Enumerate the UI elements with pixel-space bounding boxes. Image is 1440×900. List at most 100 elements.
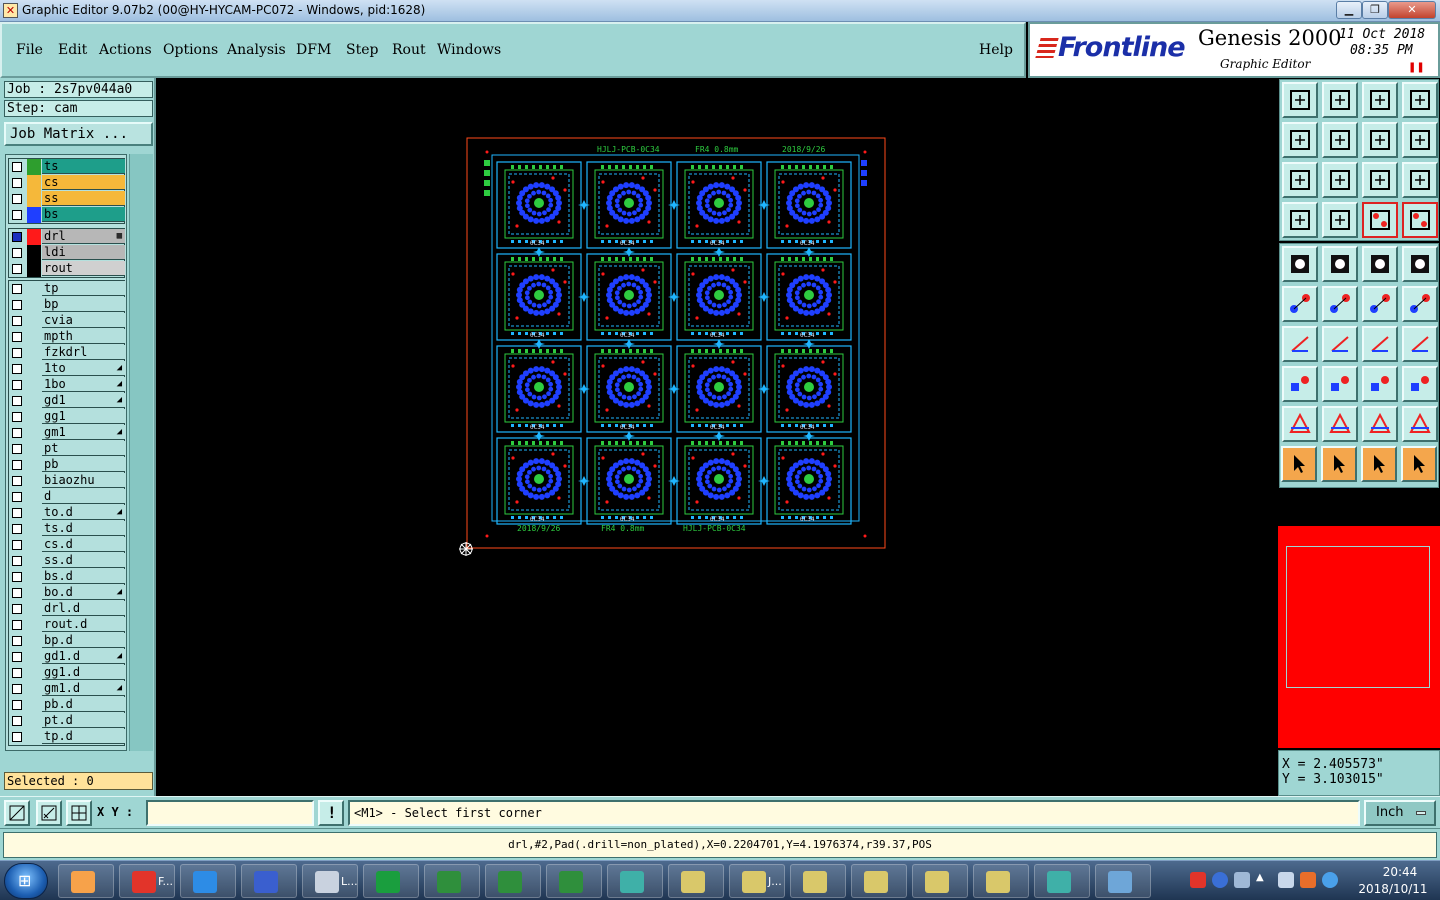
layers-red-tool-button[interactable]: [1402, 202, 1438, 238]
layer-row-fzkdrl[interactable]: fzkdrl: [9, 345, 125, 361]
settings-tool-button[interactable]: [1282, 202, 1318, 238]
taskbar-item[interactable]: [241, 864, 297, 898]
help-icon[interactable]: [1212, 872, 1228, 888]
layer-row-rout.d[interactable]: rout.d: [9, 617, 125, 633]
layer-name[interactable]: rout.d: [42, 617, 125, 632]
layer-name[interactable]: pb: [42, 457, 125, 472]
diag-line-tool-button[interactable]: [1322, 326, 1358, 362]
layer-row-bo.d[interactable]: bo.d ◢: [9, 585, 125, 601]
maximize-button[interactable]: ❐: [1362, 1, 1388, 19]
line-edit-tool-button[interactable]: [1322, 246, 1358, 282]
layer-name[interactable]: ss: [42, 191, 125, 206]
menu-options[interactable]: Options: [163, 42, 218, 58]
layer-name[interactable]: 1to: [42, 361, 125, 376]
layer-checkbox[interactable]: [12, 232, 22, 242]
pad-tool-button[interactable]: [1282, 246, 1318, 282]
layer-name[interactable]: d: [42, 489, 125, 504]
minimize-button[interactable]: ▁: [1336, 1, 1362, 19]
layer-row-bs[interactable]: bs: [9, 207, 125, 223]
connect-tool-button[interactable]: [1282, 286, 1318, 322]
unit-selector[interactable]: Inch: [1364, 800, 1436, 826]
layer-name[interactable]: ts.d: [42, 521, 125, 536]
clock-time[interactable]: 20:44: [1370, 865, 1430, 879]
graphic-canvas[interactable]: HJLJ-PCB-0C34 FR4 0.8mm 2018/9/26 2018/9/26…: [156, 78, 1278, 796]
menu-analysis[interactable]: Analysis: [227, 42, 286, 58]
menu-step[interactable]: Step: [346, 42, 378, 58]
cross-tool-button[interactable]: [1322, 286, 1358, 322]
layer-color-swatch[interactable]: [27, 617, 41, 633]
scale-tool-button[interactable]: [1362, 162, 1398, 198]
triangle-tool-button[interactable]: [1322, 406, 1358, 442]
layer-color-swatch[interactable]: [27, 585, 41, 601]
security-icon[interactable]: [1322, 872, 1338, 888]
taskbar-item[interactable]: F...: [119, 864, 175, 898]
network-icon[interactable]: [1278, 872, 1294, 888]
layer-name[interactable]: 1bo: [42, 377, 125, 392]
select-tool-button[interactable]: [1281, 446, 1317, 482]
layer-checkbox[interactable]: [12, 668, 22, 678]
pan-right-tool-button[interactable]: [1322, 122, 1358, 158]
layer-name[interactable]: mpth: [42, 329, 125, 344]
layer-row-bp[interactable]: bp: [9, 297, 125, 313]
layer-row-tp.d[interactable]: tp.d: [9, 729, 125, 745]
taskbar-item[interactable]: [485, 864, 541, 898]
layer-row-drl[interactable]: drl ▦: [9, 229, 125, 245]
home-tool-button[interactable]: [1282, 82, 1318, 118]
layer-row-ts[interactable]: ts: [9, 159, 125, 175]
layer-name[interactable]: bo.d: [42, 585, 125, 600]
layer-color-swatch[interactable]: [27, 505, 41, 521]
house-tool-button[interactable]: [1362, 82, 1398, 118]
layer-row-biaozhu[interactable]: biaozhu: [9, 473, 125, 489]
layer-row-pt[interactable]: pt: [9, 441, 125, 457]
layer-color-swatch[interactable]: [27, 425, 41, 441]
circle-tool-button[interactable]: [1402, 246, 1438, 282]
layer-color-swatch[interactable]: [27, 665, 41, 681]
grid-tool-button[interactable]: [1322, 202, 1358, 238]
measure-tool-button[interactable]: [1362, 366, 1398, 402]
layer-row-pb[interactable]: pb: [9, 457, 125, 473]
layer-checkbox[interactable]: [12, 210, 22, 220]
clock-date[interactable]: 2018/10/11: [1356, 882, 1430, 896]
layer-color-swatch[interactable]: [27, 175, 41, 191]
menu-edit[interactable]: Edit: [58, 42, 87, 58]
layer-row-cs[interactable]: cs: [9, 175, 125, 191]
layer-checkbox[interactable]: [12, 508, 22, 518]
layer-color-swatch[interactable]: [27, 681, 41, 697]
app-icon[interactable]: ✕: [3, 3, 18, 18]
layer-checkbox[interactable]: [12, 332, 22, 342]
layer-color-swatch[interactable]: [27, 207, 41, 223]
fit-tool-button[interactable]: [1282, 162, 1318, 198]
layer-color-swatch[interactable]: [27, 569, 41, 585]
triangle-tool-button[interactable]: [1402, 406, 1438, 442]
taskbar-item[interactable]: [912, 864, 968, 898]
layer-name[interactable]: drl: [42, 229, 125, 244]
page-tool-button[interactable]: [1322, 82, 1358, 118]
layer-row-cs.d[interactable]: cs.d: [9, 537, 125, 553]
layer-color-swatch[interactable]: [27, 229, 41, 245]
arc-tool-button[interactable]: [1362, 326, 1398, 362]
taskbar-item[interactable]: L...: [302, 864, 358, 898]
layer-name[interactable]: tp.d: [42, 729, 125, 744]
layer-name[interactable]: bs: [42, 207, 125, 222]
taskbar-item[interactable]: [424, 864, 480, 898]
layer-checkbox[interactable]: [12, 492, 22, 502]
grid-button[interactable]: [66, 800, 92, 826]
layer-checkbox[interactable]: [12, 604, 22, 614]
xy-input[interactable]: [146, 800, 314, 826]
move-node-tool-button[interactable]: [1362, 286, 1398, 322]
layer-color-swatch[interactable]: [27, 345, 41, 361]
layer-checkbox[interactable]: [12, 412, 22, 422]
layer-color-swatch[interactable]: [27, 521, 41, 537]
layer-color-swatch[interactable]: [27, 159, 41, 175]
select-circle-tool-button[interactable]: [1361, 446, 1397, 482]
zoom-area-button[interactable]: [4, 800, 30, 826]
layer-color-swatch[interactable]: [27, 537, 41, 553]
slope-tool-button[interactable]: [1282, 326, 1318, 362]
layer-checkbox[interactable]: [12, 284, 22, 294]
pad-move-tool-button[interactable]: [1282, 366, 1318, 402]
select-path-tool-button[interactable]: [1401, 446, 1437, 482]
layer-name[interactable]: ts: [42, 159, 125, 174]
layer-name[interactable]: fzkdrl: [42, 345, 125, 360]
layer-checkbox[interactable]: [12, 316, 22, 326]
layer-scrollbar[interactable]: [129, 154, 153, 751]
